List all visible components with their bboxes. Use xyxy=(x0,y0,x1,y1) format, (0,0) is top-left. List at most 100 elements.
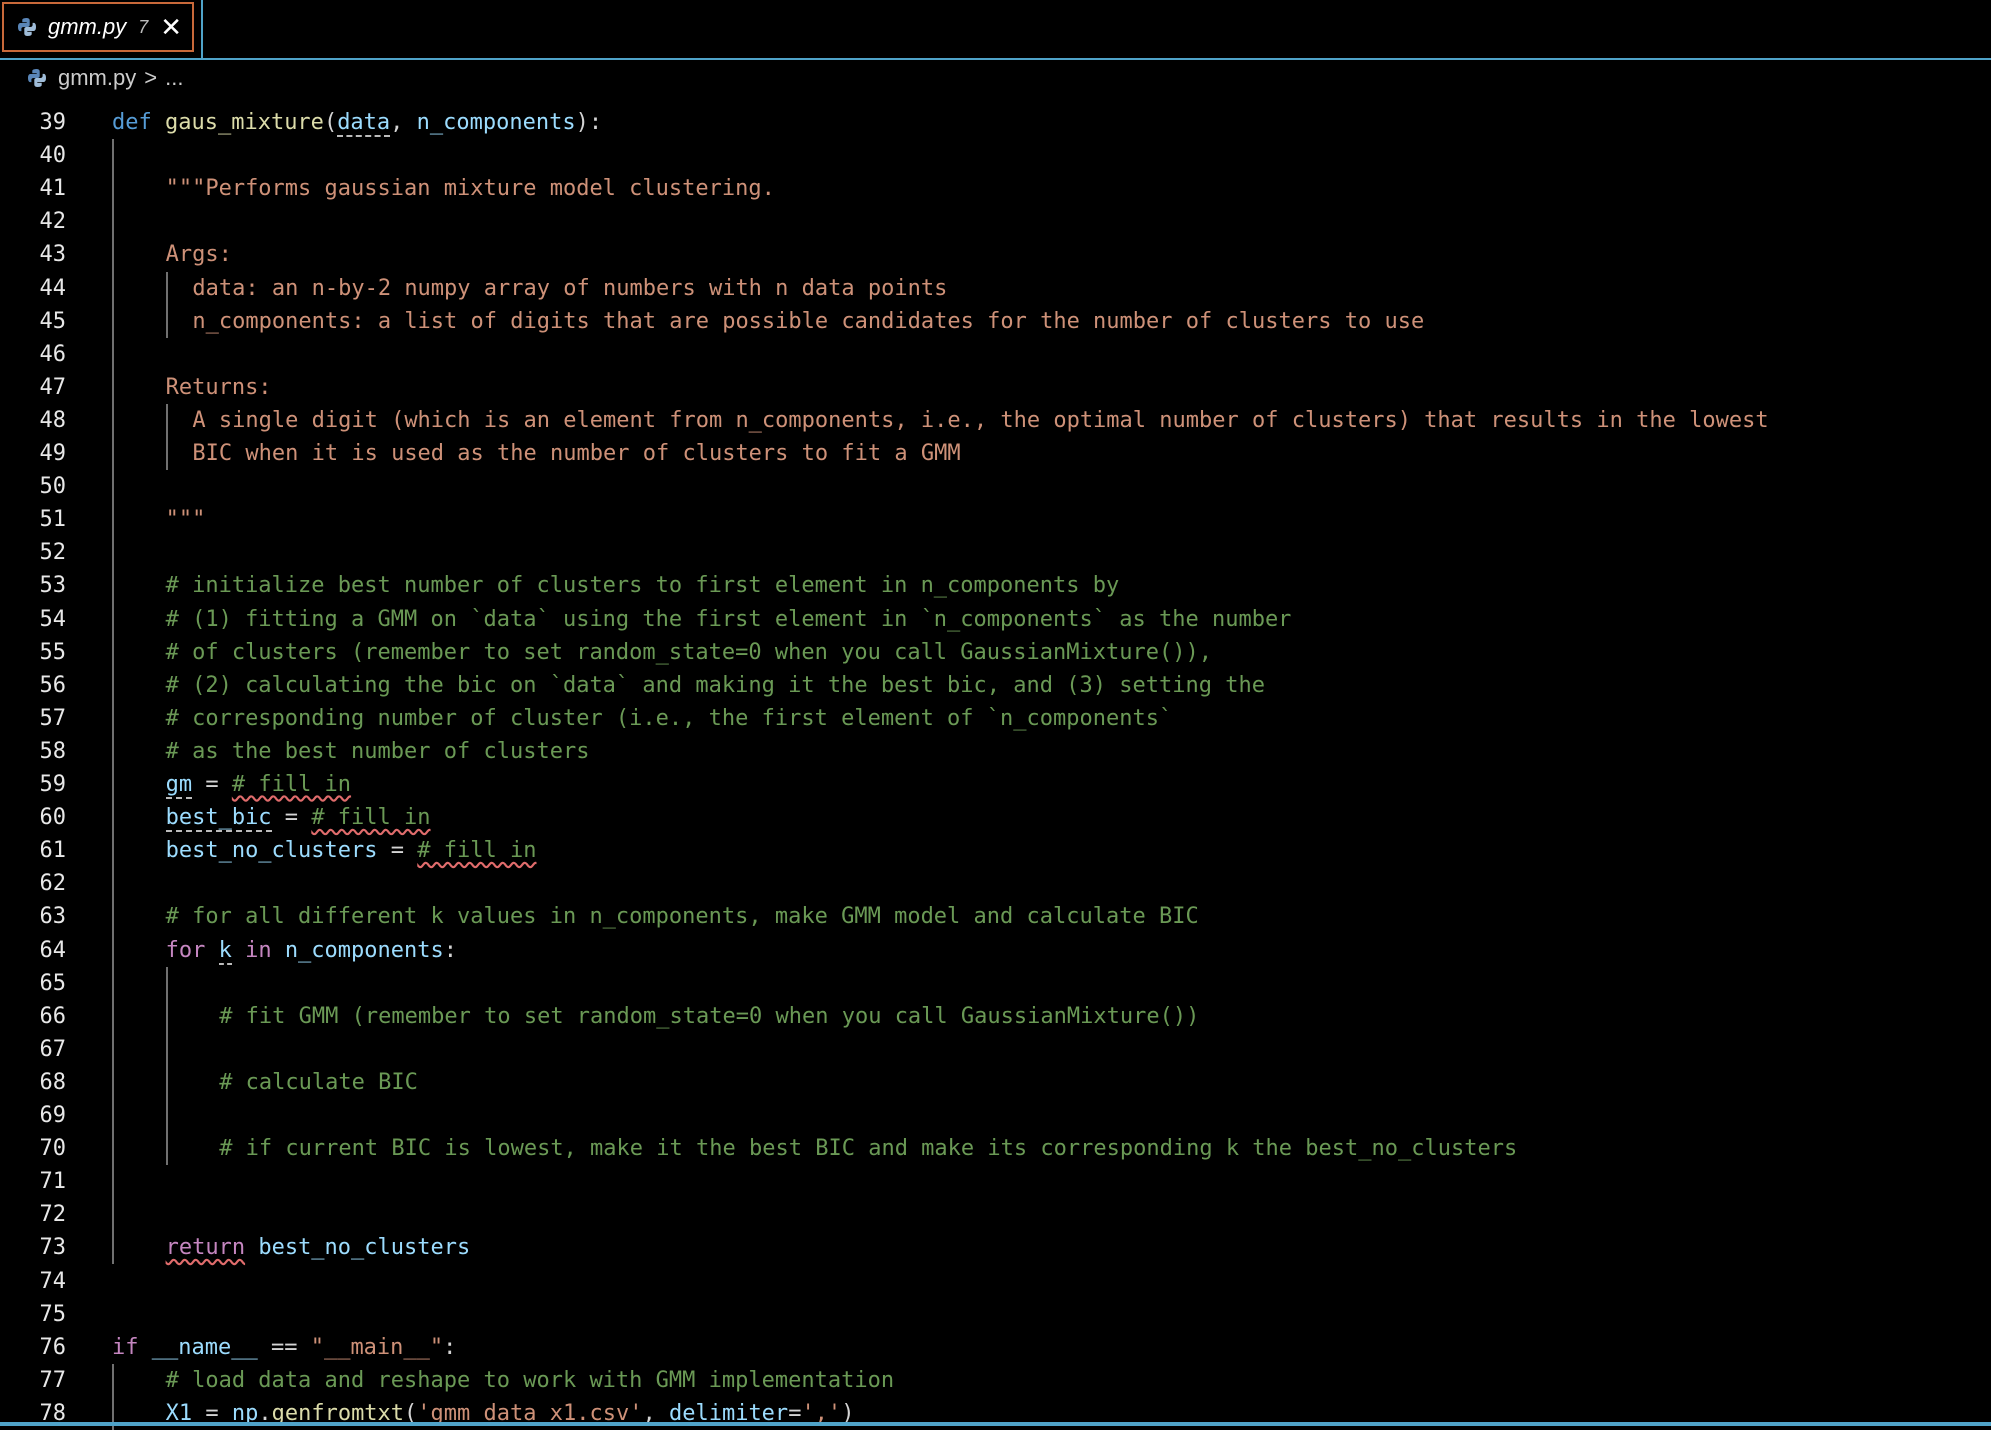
code-token: # if current BIC is lowest, make it the … xyxy=(219,1136,1518,1162)
code-line[interactable]: 45 n_components: a list of digits that ar… xyxy=(0,305,1991,338)
code-token: # as the best number of clusters xyxy=(165,738,590,764)
line-number: 63 xyxy=(39,904,67,930)
code-line[interactable]: 67 xyxy=(0,1033,1991,1066)
code-token: # of clusters (remember to set random_st… xyxy=(165,639,1212,665)
line-code: if __name__ == "__main__": xyxy=(112,1331,456,1364)
code-token: data xyxy=(337,110,391,137)
code-line[interactable]: 55 # of clusters (remember to set random_… xyxy=(0,636,1991,669)
code-token: ( xyxy=(323,110,338,135)
code-line[interactable]: 48 A single digit (which is an element fr… xyxy=(0,404,1991,437)
code-line[interactable]: 50 xyxy=(0,470,1991,503)
breadcrumb-symbol[interactable]: ... xyxy=(165,65,183,91)
code-line[interactable]: 72 xyxy=(0,1198,1991,1231)
line-code: # (1) fitting a GMM on `data` using the … xyxy=(166,603,1292,636)
code-line[interactable]: 62 xyxy=(0,867,1991,900)
line-number: 66 xyxy=(39,1003,67,1029)
code-line[interactable]: 60 best_bic = # fill in xyxy=(0,801,1991,834)
code-line[interactable]: 47 Returns: xyxy=(0,371,1991,404)
code-line[interactable]: 74 xyxy=(0,1265,1991,1298)
code-token: # fill in xyxy=(311,805,431,831)
code-line[interactable]: 39 def gaus_mixture(data, n_components): xyxy=(0,106,1991,139)
indent-guide xyxy=(112,139,114,1265)
line-number: 70 xyxy=(39,1136,67,1162)
code-token: Args: xyxy=(165,242,232,268)
code-line[interactable]: 66 # fit GMM (remember to set random_stat… xyxy=(0,1000,1991,1033)
code-line[interactable]: 44 data: an n-by-2 numpy array of numbers… xyxy=(0,272,1991,305)
close-icon[interactable]: ✕ xyxy=(160,12,182,43)
code-line[interactable]: 64 for k in n_components: xyxy=(0,934,1991,967)
code-line[interactable]: 63 # for all different k values in n_comp… xyxy=(0,900,1991,933)
code-line[interactable]: 42 xyxy=(0,205,1991,238)
line-number: 51 xyxy=(39,507,67,533)
code-line[interactable]: 40 xyxy=(0,139,1991,172)
code-token: A single digit (which is an element from… xyxy=(192,407,1769,433)
code-token: n_components: a list of digits that are … xyxy=(192,308,1425,334)
code-line[interactable]: 65 xyxy=(0,967,1991,1000)
line-number: 45 xyxy=(39,308,67,334)
code-token: best_bic xyxy=(165,805,272,833)
code-line[interactable]: 58 # as the best number of clusters xyxy=(0,735,1991,768)
line-code: # initialize best number of clusters to … xyxy=(166,569,1120,602)
code-token: return xyxy=(165,1235,246,1261)
line-code: n_components: a list of digits that are … xyxy=(192,305,1424,338)
code-line[interactable]: 76 if __name__ == "__main__": xyxy=(0,1331,1991,1364)
code-token: == xyxy=(257,1334,311,1360)
line-number: 46 xyxy=(39,341,67,367)
line-number: 61 xyxy=(39,838,67,864)
breadcrumb-file[interactable]: gmm.py xyxy=(58,65,136,91)
code-line[interactable]: 56 # (2) calculating the bic on `data` an… xyxy=(0,669,1991,702)
line-code: # fit GMM (remember to set random_state=… xyxy=(219,1000,1199,1033)
indent-guide xyxy=(165,271,168,338)
line-code: # calculate BIC xyxy=(219,1066,418,1099)
python-file-icon xyxy=(18,18,36,36)
code-line[interactable]: 61 best_no_clusters = # fill in xyxy=(0,834,1991,867)
code-line[interactable]: 75 xyxy=(0,1298,1991,1331)
code-token: ): xyxy=(575,110,603,135)
code-line[interactable]: 54 # (1) fitting a GMM on `data` using th… xyxy=(0,603,1991,636)
line-number: 44 xyxy=(39,275,67,301)
python-file-icon xyxy=(28,69,46,87)
line-number: 52 xyxy=(39,540,67,566)
line-code: Args: xyxy=(166,238,232,271)
code-line[interactable]: 46 xyxy=(0,338,1991,371)
line-number: 67 xyxy=(39,1036,67,1062)
code-token: n_components xyxy=(284,937,444,963)
line-code: # (2) calculating the bic on `data` and … xyxy=(166,669,1265,702)
line-code: # for all different k values in n_compon… xyxy=(166,900,1199,933)
line-number: 50 xyxy=(39,474,67,500)
line-code: return best_no_clusters xyxy=(166,1231,471,1264)
code-token: n_components xyxy=(416,110,576,135)
line-number: 64 xyxy=(39,937,67,963)
code-token: = xyxy=(192,772,232,797)
code-line[interactable]: 43 Args: xyxy=(0,238,1991,271)
line-code: # of clusters (remember to set random_st… xyxy=(166,636,1212,669)
editor-tab-gmm-py[interactable]: gmm.py 7 ✕ xyxy=(2,2,194,52)
code-token: , xyxy=(390,110,417,135)
line-number: 73 xyxy=(39,1235,67,1261)
code-line[interactable]: 52 xyxy=(0,536,1991,569)
code-line[interactable]: 41 """Performs gaussian mixture model clu… xyxy=(0,172,1991,205)
code-line[interactable]: 69 xyxy=(0,1099,1991,1132)
code-line[interactable]: 53 # initialize best number of clusters t… xyxy=(0,569,1991,602)
line-code: def gaus_mixture(data, n_components): xyxy=(112,106,602,139)
code-token: "__main__" xyxy=(310,1334,444,1360)
code-token: # for all different k values in n_compon… xyxy=(165,904,1199,930)
code-line[interactable]: 71 xyxy=(0,1165,1991,1198)
code-line[interactable]: 73 return best_no_clusters xyxy=(0,1231,1991,1264)
code-line[interactable]: 77 # load data and reshape to work with G… xyxy=(0,1364,1991,1397)
code-token: = xyxy=(377,838,418,864)
code-line[interactable]: 51 """ xyxy=(0,503,1991,536)
line-code: gm = # fill in xyxy=(165,768,351,801)
code-line[interactable]: 57 # corresponding number of cluster (i.e… xyxy=(0,702,1991,735)
code-line[interactable]: 59 gm = # fill in xyxy=(0,768,1991,801)
code-line[interactable]: 68 # calculate BIC xyxy=(0,1066,1991,1099)
code-token: : xyxy=(443,937,458,963)
code-token: # fit GMM (remember to set random_state=… xyxy=(219,1003,1200,1029)
line-code: """ xyxy=(166,503,206,536)
line-number: 49 xyxy=(39,441,67,466)
code-line[interactable]: 49 BIC when it is used as the number of c… xyxy=(0,437,1991,470)
code-line[interactable]: 70 # if current BIC is lowest, make it th… xyxy=(0,1132,1991,1165)
code-token: best_no_clusters xyxy=(165,838,378,864)
code-token: """ xyxy=(165,507,206,533)
